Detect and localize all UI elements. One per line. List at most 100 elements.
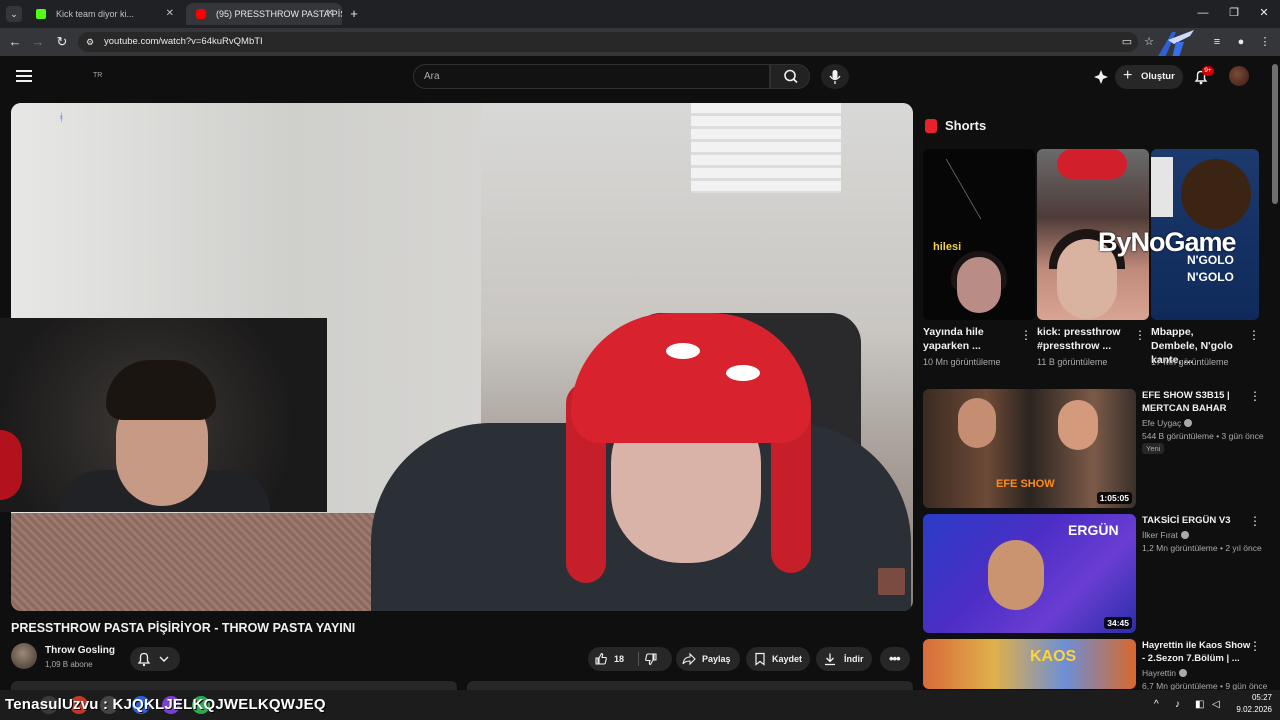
channel-name: Hayrettin (1142, 668, 1177, 678)
video-frame-radiator (691, 103, 841, 193)
search-button[interactable] (770, 64, 810, 89)
download-label: İndir (844, 654, 864, 664)
country-code: TR (93, 72, 103, 79)
media-controls-icon[interactable]: ≡ (1208, 33, 1226, 51)
new-tab-button[interactable]: + (346, 5, 362, 23)
forward-button[interactable]: → (29, 33, 47, 51)
short-thumb-hat (1057, 149, 1127, 179)
close-tab-icon[interactable]: ✕ (326, 3, 334, 25)
verified-icon (1184, 419, 1193, 427)
maximize-button[interactable]: ❐ (1224, 4, 1244, 22)
account-avatar[interactable] (1229, 66, 1249, 86)
thumb-face (1058, 400, 1098, 450)
minimize-button[interactable]: — (1193, 4, 1213, 22)
share-button[interactable]: Paylaş (676, 647, 740, 671)
tab-search-button[interactable]: ⌄ (6, 6, 22, 22)
video-frame-floor (11, 513, 431, 611)
verified-icon (1179, 669, 1188, 677)
plus-icon: + (1123, 67, 1133, 84)
short-menu-icon[interactable]: ⋮ (1248, 328, 1260, 342)
tray-chevron-icon[interactable]: ^ (1154, 699, 1159, 710)
clock-time[interactable]: 05:27 (1232, 693, 1272, 702)
thumb-logo-text: EFE SHOW (996, 478, 1055, 490)
create-label: Oluştur (1141, 71, 1175, 82)
close-window-button[interactable]: ✕ (1254, 4, 1274, 22)
video-duration: 1:05:05 (1096, 492, 1132, 504)
sparkle-icon[interactable] (1093, 69, 1109, 85)
upload-age: 9 gün önce (1225, 681, 1268, 690)
channel-link[interactable]: Hayrettin (1142, 668, 1188, 678)
network-icon[interactable]: ◧ (1195, 699, 1204, 710)
like-divider (638, 652, 639, 666)
create-button[interactable]: + Oluştur (1115, 65, 1183, 89)
volume-icon[interactable]: ◁ (1212, 699, 1220, 710)
video-menu-icon[interactable]: ⋮ (1249, 639, 1261, 653)
tab-title: (95) PRESSTHROW PASTA PİŞİRİ... (216, 9, 342, 19)
channel-link[interactable]: İlker Fırat (1142, 530, 1189, 540)
subscriber-count: 1,09 B abone (45, 660, 93, 669)
browser-tab-kick[interactable]: Kick team diyor ki... ✕ (26, 3, 182, 25)
youtube-favicon-icon (196, 9, 206, 19)
video-title: PRESSTHROW PASTA PİŞİRİYOR - THROW PASTA… (11, 621, 356, 635)
cast-icon[interactable]: ▭ (1118, 33, 1136, 51)
browser-tab-youtube[interactable]: (95) PRESSTHROW PASTA PİŞİRİ... ✕ (186, 3, 342, 25)
short-thumbnail[interactable] (923, 149, 1035, 320)
close-tab-icon[interactable]: ✕ (166, 3, 174, 25)
view-count: 544 B görüntüleme (1142, 431, 1214, 441)
upload-age: 2 yıl önce (1225, 543, 1262, 553)
like-icon[interactable] (594, 652, 608, 666)
video-menu-icon[interactable]: ⋮ (1249, 514, 1261, 528)
short-thumb-caption: N'GOLO (1187, 253, 1234, 267)
view-count: 6,7 Mn görüntüleme (1142, 681, 1218, 690)
video-thumbnail[interactable]: 1:05:05 (923, 389, 1136, 508)
webcam-red-light (0, 430, 22, 500)
voice-search-button[interactable] (821, 64, 849, 89)
short-menu-icon[interactable]: ⋮ (1134, 328, 1146, 342)
clock-date[interactable]: 9.02.2026 (1224, 705, 1272, 714)
channel-avatar[interactable] (11, 643, 37, 669)
reload-button[interactable]: ↻ (53, 33, 71, 51)
scrollbar-thumb[interactable] (1272, 64, 1278, 204)
short-title[interactable]: Yayında hile yaparken ... (923, 325, 1015, 353)
subscription-notification-button[interactable] (130, 647, 180, 671)
site-info-icon[interactable]: ⚙ (86, 37, 96, 47)
microphone-tray-icon[interactable]: ♪ (1175, 699, 1180, 710)
video-title-link[interactable]: TAKSİCİ ERGÜN V3 (1142, 514, 1252, 527)
search-input[interactable] (424, 64, 764, 89)
save-button[interactable]: Kaydet (746, 647, 810, 671)
channel-link[interactable]: Efe Uygaç (1142, 418, 1193, 428)
video-frame-hat-eye (666, 343, 700, 359)
download-button[interactable]: İndir (816, 647, 872, 671)
verified-icon (1180, 531, 1189, 539)
new-badge: Yeni (1142, 443, 1165, 454)
channel-name: İlker Fırat (1142, 530, 1178, 540)
video-title-link[interactable]: Hayrettin ile Kaos Show - 2.Sezon 7.Bölü… (1142, 639, 1252, 665)
thumb-logo-text: ERGÜN (1068, 522, 1119, 538)
short-menu-icon[interactable]: ⋮ (1020, 328, 1032, 342)
channel-watermark-icon[interactable]: ᚼ (58, 112, 70, 124)
url-text[interactable]: youtube.com/watch?v=64kuRvQMbTI (104, 32, 263, 52)
like-dislike-group: 18 (588, 647, 672, 671)
video-title-link[interactable]: EFE SHOW S3B15 | MERTCAN BAHAR (1142, 389, 1252, 415)
description-card (11, 681, 457, 690)
dislike-icon[interactable] (644, 652, 658, 666)
shorts-section-title: Shorts (945, 118, 987, 133)
bell-chevron-icon (137, 652, 169, 667)
browser-menu-icon[interactable]: ⋮ (1256, 33, 1274, 51)
video-menu-icon[interactable]: ⋮ (1249, 389, 1261, 403)
download-icon (825, 653, 835, 666)
guide-menu-icon[interactable] (16, 68, 32, 84)
thumb-face (958, 398, 996, 448)
more-actions-button[interactable]: ••• (880, 647, 910, 671)
like-count[interactable]: 18 (614, 647, 624, 671)
video-mini-thumbnail (878, 568, 905, 595)
webcam-person-hair (106, 360, 216, 420)
profile-icon[interactable]: ● (1232, 33, 1250, 51)
video-meta: 1,2 Mn görüntüleme • 2 yıl önce (1142, 543, 1262, 553)
shorts-logo-icon (925, 119, 937, 133)
channel-name[interactable]: Throw Gosling (45, 645, 115, 656)
short-title[interactable]: kick: pressthrow #pressthrow ... (1037, 325, 1129, 353)
back-button[interactable]: ← (6, 33, 24, 51)
short-thumb-face (1181, 159, 1251, 229)
kick-favicon-icon (36, 9, 46, 19)
